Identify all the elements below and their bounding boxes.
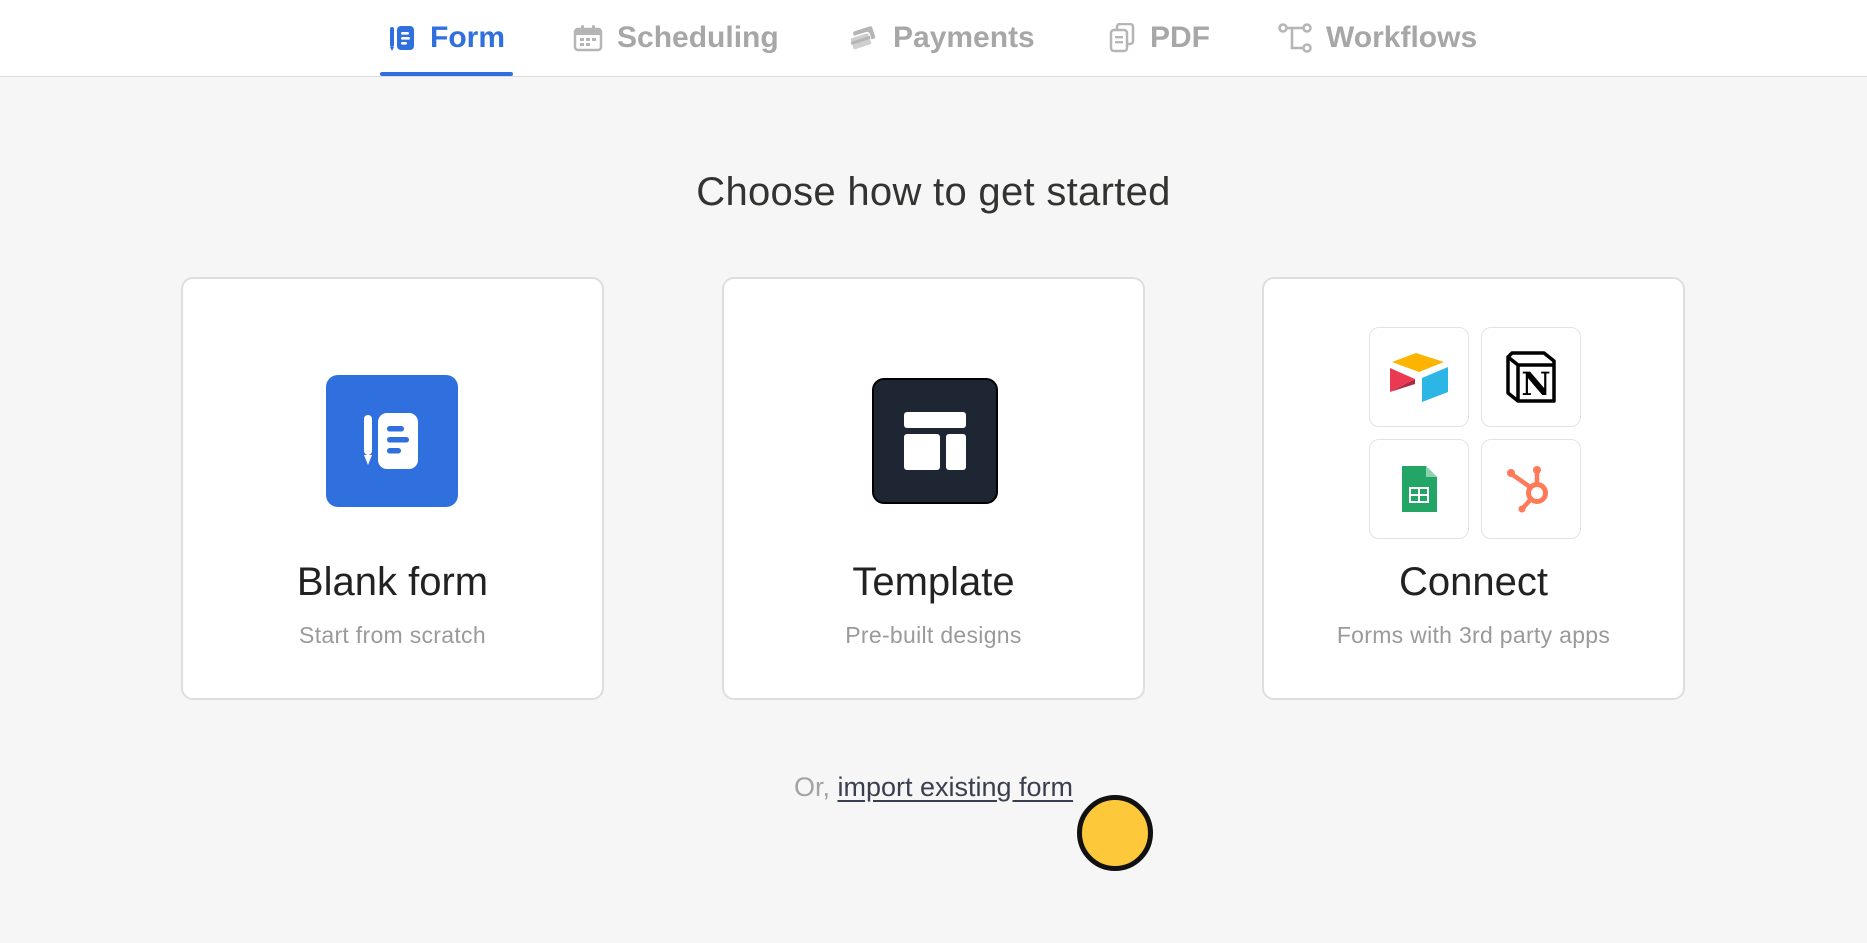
- svg-text:N: N: [1521, 365, 1550, 403]
- connect-subtitle: Forms with 3rd party apps: [1336, 622, 1611, 648]
- tab-form[interactable]: Form: [380, 0, 513, 76]
- notion-icon: N: [1481, 327, 1581, 427]
- tab-payments[interactable]: Payments: [847, 0, 1035, 76]
- tab-payments-label: Payments: [893, 21, 1035, 54]
- tab-pdf-label: PDF: [1150, 21, 1210, 54]
- tab-pdf[interactable]: PDF: [1108, 0, 1210, 76]
- template-card[interactable]: Template Pre-built designs: [722, 277, 1145, 700]
- blank-form-icon: [326, 375, 458, 507]
- import-line: Or, import existing form: [0, 772, 1867, 803]
- template-subtitle: Pre-built designs: [845, 622, 1022, 648]
- tab-scheduling[interactable]: Scheduling: [573, 0, 779, 76]
- template-icon: [872, 378, 998, 504]
- tab-workflows-label: Workflows: [1326, 21, 1478, 54]
- hubspot-icon: [1481, 439, 1581, 539]
- calendar-icon: [573, 24, 603, 52]
- blank-form-title: Blank form: [296, 560, 489, 604]
- google-sheets-icon: [1369, 439, 1469, 539]
- import-existing-form-link[interactable]: import existing form: [837, 772, 1073, 802]
- tab-scheduling-label: Scheduling: [617, 21, 779, 54]
- connect-card[interactable]: N Connect Forms with 3rd party apps: [1262, 277, 1685, 700]
- tab-workflows[interactable]: Workflows: [1278, 0, 1477, 76]
- connect-title: Connect: [1399, 560, 1548, 604]
- airtable-icon: [1369, 327, 1469, 427]
- template-title: Template: [852, 560, 1015, 604]
- cursor-indicator: [1077, 795, 1153, 871]
- top-nav: Form Scheduling Payments PDF Workflows: [0, 0, 1867, 77]
- blank-form-subtitle: Start from scratch: [299, 622, 486, 648]
- workflows-icon: [1278, 23, 1312, 53]
- tab-form-label: Form: [430, 21, 505, 54]
- page-title: Choose how to get started: [696, 170, 1171, 214]
- pdf-icon: [1108, 23, 1136, 53]
- payments-icon: [847, 24, 879, 52]
- import-prefix: Or,: [793, 772, 830, 802]
- blank-form-card[interactable]: Blank form Start from scratch: [181, 277, 604, 700]
- form-icon: [388, 24, 416, 52]
